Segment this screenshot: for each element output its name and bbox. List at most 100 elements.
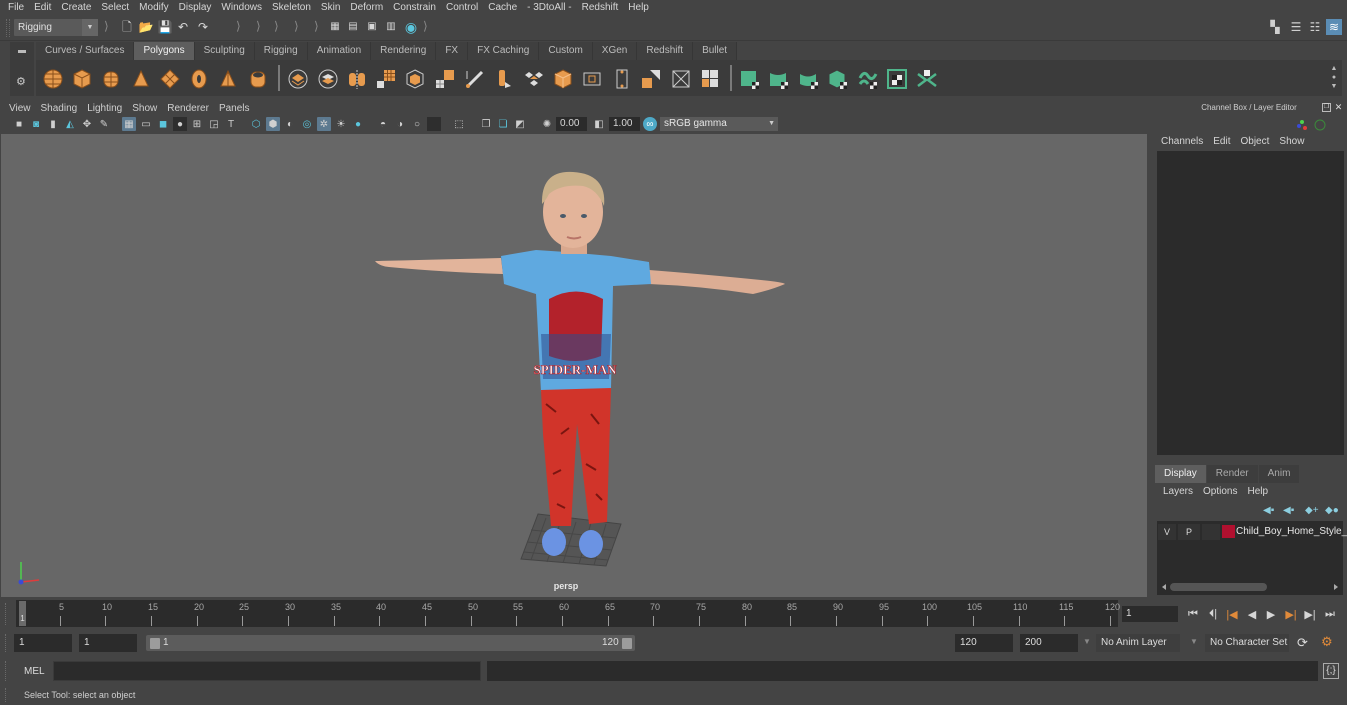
go-to-start-icon[interactable]: ⏮ [1185, 606, 1201, 622]
merge-icon[interactable] [699, 68, 721, 90]
modeling-toolkit-icon[interactable]: ▚ [1267, 19, 1283, 35]
end-time-field[interactable]: 200 [1020, 634, 1078, 652]
menu-constrain[interactable]: Constrain [388, 0, 441, 16]
bridge-icon[interactable] [434, 68, 456, 90]
poly-plane-icon[interactable] [159, 68, 181, 90]
shelf-scrollbar[interactable]: ▲ ● ▼ [1328, 64, 1340, 94]
poly-cylinder-icon[interactable] [100, 68, 122, 90]
status-line-grip[interactable] [6, 19, 10, 37]
go-to-end-icon[interactable]: ⏭ [1322, 606, 1338, 622]
scroll-thumb[interactable] [1170, 583, 1267, 591]
new-layer-icon[interactable]: ◆+ [1305, 505, 1319, 516]
menu-modify[interactable]: Modify [134, 0, 173, 16]
start-time-field[interactable]: 1 [14, 634, 72, 652]
shelf-tab-custom[interactable]: Custom [539, 42, 593, 60]
poly-torus-icon[interactable] [188, 68, 210, 90]
channel-list[interactable] [1157, 151, 1344, 455]
tool-settings-icon[interactable]: ☷ [1307, 19, 1323, 35]
step-forward-key-icon[interactable]: ▶| [1302, 606, 1318, 622]
bevel-icon[interactable] [523, 68, 545, 90]
script-language-toggle[interactable]: MEL [24, 666, 45, 677]
menu-file[interactable]: File [3, 0, 29, 16]
insert-edge-loop-icon[interactable] [464, 68, 486, 90]
spherical-uv-icon[interactable] [798, 68, 820, 90]
viewport-menu-show[interactable]: Show [127, 103, 162, 114]
3d-viewport[interactable]: SPIDER-MAN persp [1, 134, 1147, 597]
gamma-field[interactable]: 1.00 [609, 117, 640, 131]
layer-tab-anim[interactable]: Anim [1258, 465, 1300, 483]
render-view-icon[interactable]: ▦ [328, 20, 342, 34]
shelf-tab-redshift[interactable]: Redshift [637, 42, 694, 60]
menu-redshift[interactable]: Redshift [577, 0, 624, 16]
menu-set-dropdown[interactable]: Rigging ▼ [14, 19, 98, 36]
layer-menu-options[interactable]: Options [1198, 486, 1242, 497]
rotate-icon[interactable] [1314, 119, 1326, 131]
command-input[interactable] [53, 661, 481, 681]
unfold-uv-icon[interactable] [857, 68, 879, 90]
separate-icon[interactable] [317, 68, 339, 90]
automatic-uv-icon[interactable] [827, 68, 849, 90]
uv-editor-icon[interactable] [886, 68, 908, 90]
current-frame-field[interactable]: 1 [1122, 606, 1178, 622]
select-camera-icon[interactable]: ■ [12, 117, 26, 131]
viewport-menu-panels[interactable]: Panels [214, 103, 255, 114]
field-chart-icon[interactable]: ⊞ [190, 117, 204, 131]
menu-skin[interactable]: Skin [316, 0, 345, 16]
uv-layout-icon[interactable] [916, 68, 938, 90]
shelf-tab-animation[interactable]: Animation [307, 42, 372, 60]
motion-blur-icon[interactable]: ◑ [393, 117, 407, 131]
play-backwards-icon[interactable]: ◀ [1244, 606, 1260, 622]
poly-sphere-icon[interactable] [42, 68, 64, 90]
multi-cut-icon[interactable] [493, 68, 515, 90]
channel-box-icon[interactable]: ≋ [1326, 19, 1342, 35]
range-slider-grip[interactable] [5, 634, 8, 652]
animation-preferences-icon[interactable]: ⚙ [1321, 634, 1333, 650]
xray-active-icon[interactable]: ❏ [496, 117, 510, 131]
exposure-icon[interactable]: ✺ [540, 117, 554, 131]
combine-icon[interactable] [287, 68, 309, 90]
poly-cube-icon[interactable] [71, 68, 93, 90]
planar-uv-icon[interactable] [739, 68, 761, 90]
shelf-menu-icon[interactable] [18, 50, 26, 53]
2d-pan-zoom-icon[interactable]: ✥ [80, 117, 94, 131]
layer-row[interactable]: V P Child_Boy_Home_Style_T [1158, 524, 1347, 540]
range-slider[interactable] [146, 635, 635, 651]
shelf-tab-curves-surfaces[interactable]: Curves / Surfaces [36, 42, 135, 60]
menu-select[interactable]: Select [96, 0, 134, 16]
textured-icon[interactable]: ✲ [317, 117, 331, 131]
shelf-tab-xgen[interactable]: XGen [592, 42, 638, 60]
step-back-key-icon[interactable]: ⏴| [1205, 606, 1221, 622]
layer-menu-help[interactable]: Help [1242, 486, 1273, 497]
menu-windows[interactable]: Windows [216, 0, 267, 16]
playback-end-field[interactable]: 120 [955, 634, 1013, 652]
shelf-tab-bullet[interactable]: Bullet [693, 42, 738, 60]
viewport-menu-lighting[interactable]: Lighting [82, 103, 127, 114]
render-settings-icon[interactable]: ▥ [384, 20, 398, 34]
command-line-grip[interactable] [5, 661, 8, 681]
new-layer-selected-icon[interactable]: ◆● [1325, 505, 1339, 516]
play-forwards-icon[interactable]: ▶ [1263, 606, 1279, 622]
wireframe-on-shaded-icon[interactable]: ◐ [283, 117, 297, 131]
grid-icon[interactable]: ▦ [122, 117, 136, 131]
shelf-tab-rigging[interactable]: Rigging [254, 42, 308, 60]
auto-key-icon[interactable]: ⟳ [1297, 635, 1308, 651]
fill-hole-icon[interactable] [670, 68, 692, 90]
resolution-gate-icon[interactable]: ◼ [156, 117, 170, 131]
channel-box-menu-channels[interactable]: Channels [1156, 136, 1208, 147]
menu-skeleton[interactable]: Skeleton [267, 0, 316, 16]
screen-space-ao-icon[interactable]: ◓ [376, 117, 390, 131]
channel-box-menu-object[interactable]: Object [1236, 136, 1275, 147]
wireframe-icon[interactable]: ⬡ [249, 117, 263, 131]
scroll-right-icon[interactable] [1334, 584, 1338, 590]
poly-cone-icon[interactable] [130, 68, 152, 90]
layer-list-scrollbar[interactable] [1160, 582, 1340, 592]
view-transform-icon[interactable]: ∞ [643, 117, 657, 131]
playback-start-field[interactable]: 1 [79, 634, 137, 652]
xray-joints-icon[interactable]: ❐ [479, 117, 493, 131]
layer-menu-layers[interactable]: Layers [1158, 486, 1198, 497]
shadows-icon[interactable]: ● [351, 117, 365, 131]
safe-title-icon[interactable]: T [224, 117, 238, 131]
menu-help[interactable]: Help [623, 0, 654, 16]
layer-move-up-icon[interactable]: ◀▪ [1263, 505, 1274, 516]
poly-pipe-icon[interactable] [247, 68, 269, 90]
